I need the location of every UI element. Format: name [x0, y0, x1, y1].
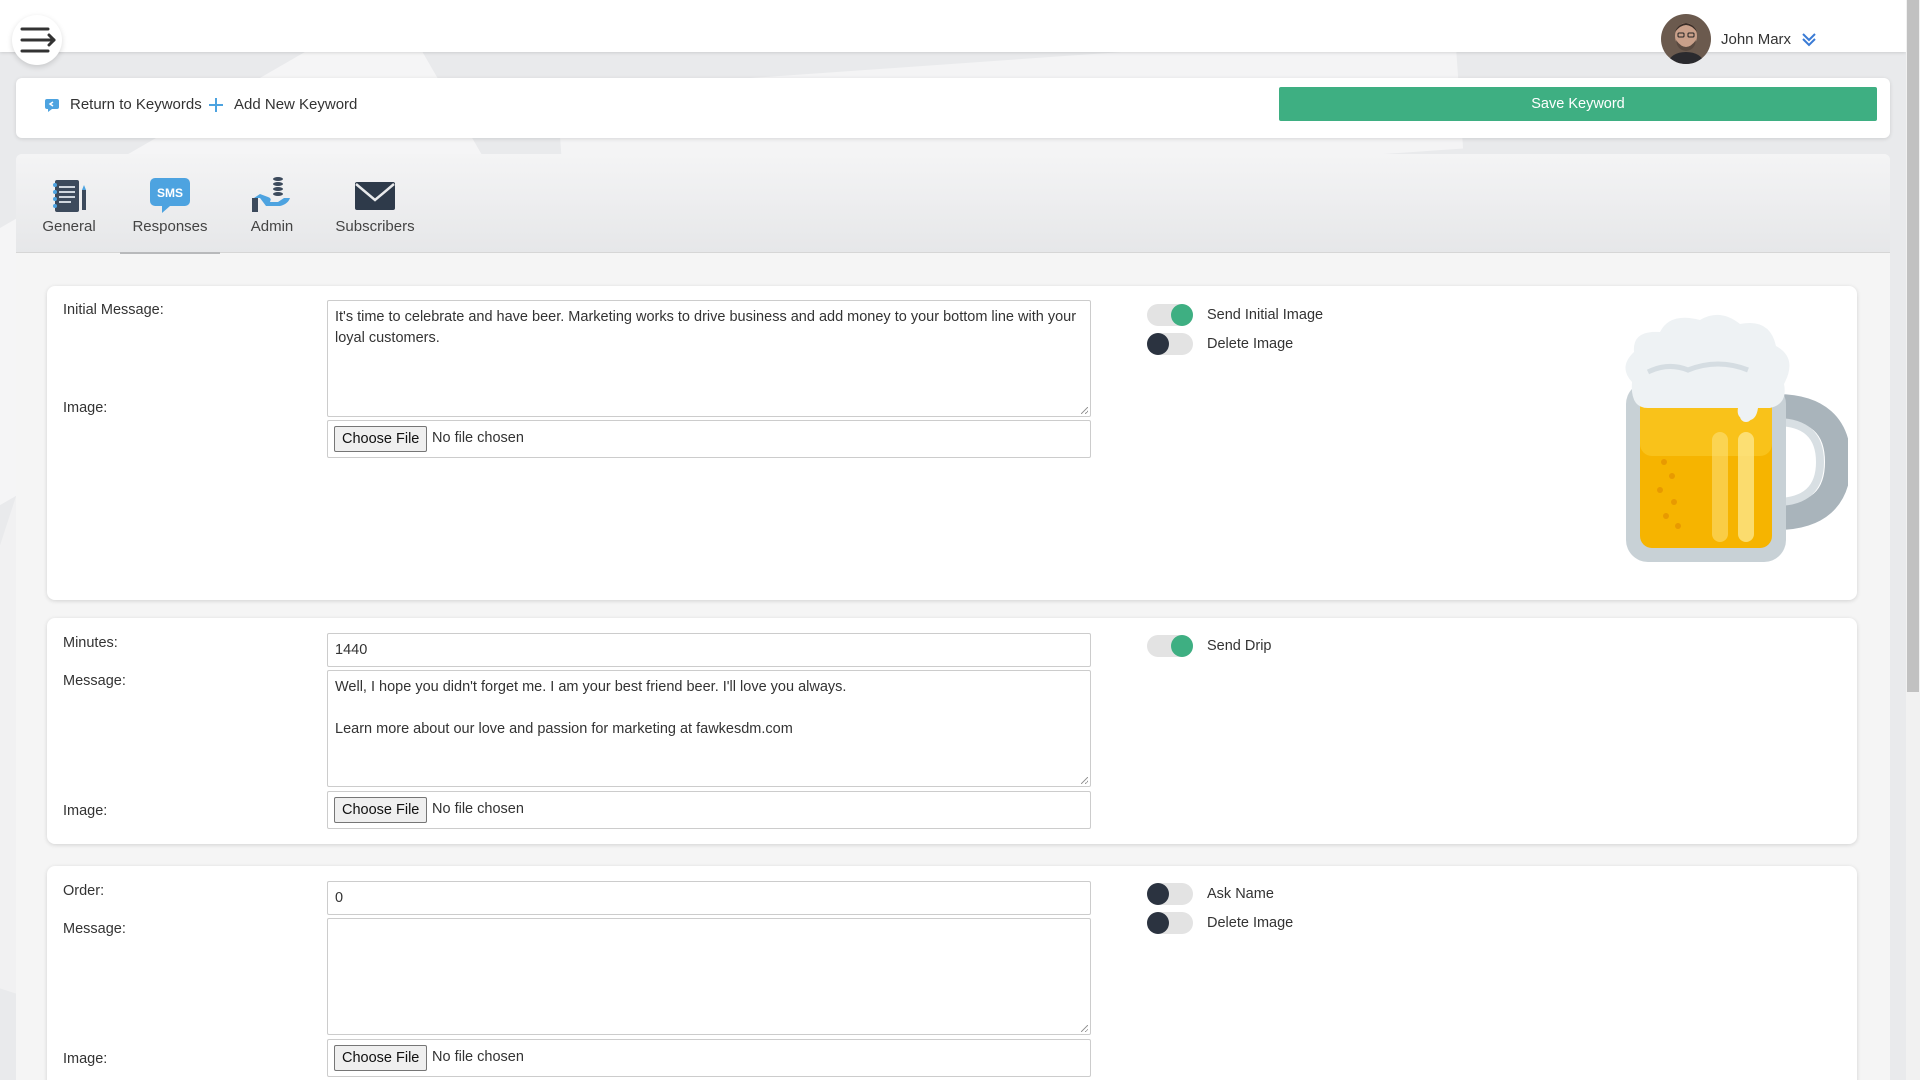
toggle-switch[interactable]	[1147, 912, 1193, 934]
admin-hand-icon	[252, 177, 290, 212]
initial-message-textarea[interactable]: It's time to celebrate and have beer. Ma…	[327, 300, 1091, 417]
message-label: Message:	[63, 921, 126, 937]
order-message-textarea[interactable]	[327, 918, 1091, 1035]
file-status: No file chosen	[432, 1049, 524, 1065]
image-label: Image:	[63, 400, 108, 416]
minutes-input[interactable]: 1440	[327, 633, 1091, 667]
content-panel: General SMS Responses Admin Subscribers …	[16, 154, 1890, 1080]
hamburger-arrow-icon	[20, 27, 56, 53]
order-input[interactable]: 0	[327, 881, 1091, 915]
tab-responses[interactable]: SMS Responses	[120, 176, 220, 254]
send-initial-image-toggle[interactable]: Send Initial Image	[1147, 304, 1323, 326]
tab-label: Responses	[132, 218, 208, 235]
tab-label: Admin	[250, 218, 294, 235]
return-to-keywords-label: Return to Keywords	[70, 96, 202, 113]
plus-icon	[209, 97, 223, 112]
minutes-label: Minutes:	[63, 635, 118, 651]
tab-label: Subscribers	[335, 218, 415, 235]
send-drip-toggle[interactable]: Send Drip	[1147, 635, 1271, 657]
image-label: Image:	[63, 803, 108, 819]
toggle-label: Ask Name	[1207, 886, 1274, 902]
drip-image-file-input[interactable]: Choose File No file chosen	[327, 791, 1091, 829]
double-chevron-down-icon	[1802, 33, 1816, 47]
tab-subscribers[interactable]: Subscribers	[332, 176, 418, 252]
choose-file-button[interactable]: Choose File	[334, 797, 428, 823]
delete-image-toggle[interactable]: Delete Image	[1147, 912, 1293, 934]
ask-name-toggle[interactable]: Ask Name	[1147, 883, 1274, 905]
delete-image-toggle[interactable]: Delete Image	[1147, 333, 1293, 355]
save-keyword-button[interactable]: Save Keyword	[1279, 87, 1877, 121]
order-image-file-input[interactable]: Choose File No file chosen	[327, 1039, 1091, 1077]
add-new-keyword-link[interactable]: Add New Keyword	[208, 96, 357, 113]
toggle-switch[interactable]	[1147, 333, 1193, 355]
tab-general[interactable]: General	[38, 176, 100, 252]
image-label: Image:	[63, 1051, 108, 1067]
initial-image-file-input[interactable]: Choose File No file chosen	[327, 420, 1091, 458]
initial-message-label: Initial Message:	[63, 302, 164, 318]
order-card: Order: 0 Message: Image: Choose File No …	[47, 866, 1857, 1080]
file-status: No file chosen	[432, 430, 524, 446]
svg-text:SMS: SMS	[157, 186, 183, 200]
add-new-keyword-label: Add New Keyword	[234, 96, 358, 113]
sms-icon: SMS	[150, 178, 190, 213]
choose-file-button[interactable]: Choose File	[334, 1045, 428, 1071]
user-menu[interactable]: John Marx	[1661, 14, 1817, 64]
scrollbar[interactable]	[1906, 0, 1920, 1080]
toggle-switch[interactable]	[1147, 883, 1193, 905]
choose-file-button[interactable]: Choose File	[334, 426, 428, 452]
toggle-label: Send Initial Image	[1207, 307, 1324, 323]
initial-message-card: Initial Message: It's time to celebrate …	[47, 286, 1857, 600]
notebook-icon	[53, 180, 86, 212]
top-bar	[0, 0, 1906, 52]
toggle-label: Delete Image	[1207, 915, 1294, 931]
file-status: No file chosen	[432, 801, 524, 817]
reply-icon	[45, 98, 59, 112]
toggle-label: Send Drip	[1207, 638, 1272, 654]
drip-card: Minutes: 1440 Message: Well, I hope you …	[47, 618, 1857, 844]
toggle-label: Delete Image	[1207, 336, 1294, 352]
tab-label: General	[42, 218, 96, 235]
action-bar: Return to Keywords Add New Keyword Save …	[16, 78, 1890, 138]
scrollbar-thumb[interactable]	[1907, 0, 1919, 692]
user-name: John Marx	[1721, 30, 1792, 48]
envelope-icon	[355, 182, 395, 210]
tab-bar: General SMS Responses Admin Subscribers	[16, 154, 1890, 254]
toggle-switch[interactable]	[1147, 304, 1193, 326]
menu-toggle-button[interactable]	[12, 15, 62, 65]
tab-admin[interactable]: Admin	[242, 176, 302, 252]
beer-mug-image	[1625, 314, 1848, 562]
return-to-keywords-link[interactable]: Return to Keywords	[44, 96, 202, 113]
toggle-switch[interactable]	[1147, 635, 1193, 657]
message-label: Message:	[63, 673, 126, 689]
avatar	[1661, 14, 1711, 64]
drip-message-textarea[interactable]: Well, I hope you didn't forget me. I am …	[327, 670, 1091, 787]
order-label: Order:	[63, 883, 105, 899]
